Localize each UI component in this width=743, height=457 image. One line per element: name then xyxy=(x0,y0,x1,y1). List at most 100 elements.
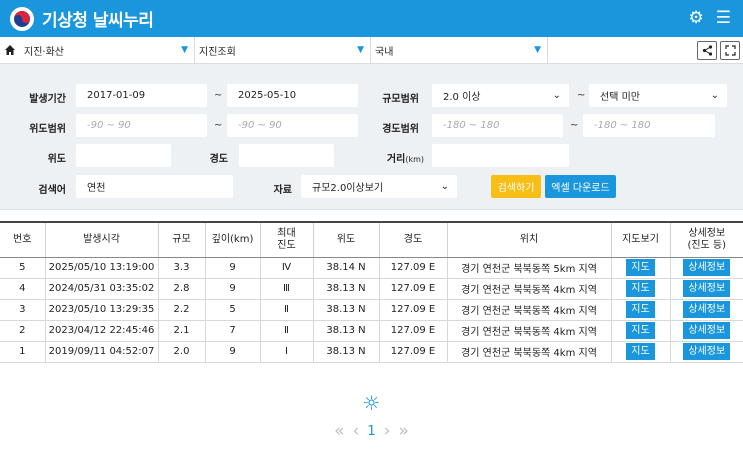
home-icon[interactable] xyxy=(0,44,20,56)
cell-map: 지도 xyxy=(611,257,671,279)
lat-from-input[interactable]: -90 ~ 90 xyxy=(76,114,207,137)
cell-detail: 상세정보 xyxy=(670,299,743,321)
cell-detail: 상세정보 xyxy=(670,257,743,279)
distance-label-text: 거리 xyxy=(386,154,406,165)
col-header: 최대 진도 xyxy=(260,221,314,258)
cell-time: 2023/04/12 22:45:46 xyxy=(45,320,159,342)
region-select-value: 국내 xyxy=(375,46,394,58)
category-select[interactable]: 지진·화산 ▼ xyxy=(20,37,195,63)
distance-unit: (km) xyxy=(405,155,424,164)
period-from-value: 2017-01-09 xyxy=(87,90,146,101)
cell-number: 2 xyxy=(0,320,46,342)
magnitude-from-value: 2.0 이상 xyxy=(443,92,481,103)
cell-lon: 127.09 E xyxy=(379,257,448,279)
search-panel: 발생기간 2017-01-09 ~ 2025-05-10 규모범위 2.0 이상… xyxy=(0,64,743,210)
cell-number: 5 xyxy=(0,257,46,279)
pagination: ☼ « ‹ 1 › » xyxy=(0,392,743,441)
lon-to-input[interactable]: -180 ~ 180 xyxy=(583,114,715,137)
lat-input[interactable] xyxy=(76,144,171,167)
cell-detail: 상세정보 xyxy=(670,320,743,342)
first-page-icon[interactable]: « xyxy=(334,421,344,441)
cell-lat: 38.13 N xyxy=(313,299,380,321)
data-label: 자료 xyxy=(273,185,292,196)
lon-input[interactable] xyxy=(239,144,334,167)
detail-button[interactable]: 상세정보 xyxy=(683,301,731,318)
data-select[interactable]: 규모2.0이상보기 ⌄ xyxy=(301,175,457,198)
magnitude-from-select[interactable]: 2.0 이상 ⌄ xyxy=(432,84,569,107)
detail-button[interactable]: 상세정보 xyxy=(683,322,731,339)
lon-range-label: 경도범위 xyxy=(382,124,419,135)
table-row: 3 2023/05/10 13:29:35 2.2 5 Ⅱ 38.13 N 12… xyxy=(0,299,743,321)
current-page[interactable]: 1 xyxy=(367,424,375,439)
share-button[interactable] xyxy=(697,41,717,60)
cell-lon: 127.09 E xyxy=(379,341,448,363)
col-header: 번호 xyxy=(0,221,46,258)
lon-label: 경도 xyxy=(209,154,228,165)
map-button[interactable]: 지도 xyxy=(626,301,655,318)
range-separator: ~ xyxy=(577,90,586,101)
government-logo[interactable] xyxy=(10,6,34,31)
cell-intensity: Ⅱ xyxy=(260,320,314,342)
excel-download-button[interactable]: 엑셀 다운로드 xyxy=(545,175,616,198)
cell-depth: 9 xyxy=(205,257,261,279)
period-to-value: 2025-05-10 xyxy=(238,90,297,101)
lat-from-placeholder: -90 ~ 90 xyxy=(87,120,131,131)
app-header: 기상청 날씨누리 ⚙ ☰ xyxy=(0,0,743,37)
prev-page-icon[interactable]: ‹ xyxy=(353,421,360,441)
breadcrumb-nav: 지진·화산 ▼ 지진조회 ▼ 국내 ▼ xyxy=(0,37,743,64)
map-button[interactable]: 지도 xyxy=(626,280,655,297)
range-separator: ~ xyxy=(214,120,223,131)
table-header-row: 번호 발생시각 규모 깊이(km) 최대 진도 위도 경도 위치 지도보기 상세… xyxy=(0,221,743,258)
cell-depth: 5 xyxy=(205,299,261,321)
magnitude-to-select[interactable]: 선택 미만 ⌄ xyxy=(589,84,727,107)
detail-button[interactable]: 상세정보 xyxy=(683,259,731,276)
cell-time: 2023/05/10 13:29:35 xyxy=(45,299,159,321)
table-row: 4 2024/05/31 03:35:02 2.8 9 Ⅲ 38.13 N 12… xyxy=(0,278,743,300)
col-header: 규모 xyxy=(158,221,206,258)
table-row: 5 2025/05/10 13:19:00 3.3 9 Ⅳ 38.14 N 12… xyxy=(0,257,743,279)
next-page-icon[interactable]: › xyxy=(384,421,391,441)
period-to-input[interactable]: 2025-05-10 xyxy=(227,84,358,107)
cell-location: 경기 연천군 북북동쪽 4km 지역 xyxy=(447,341,612,363)
app-title[interactable]: 기상청 날씨누리 xyxy=(42,6,154,31)
cell-location: 경기 연천군 북북동쪽 4km 지역 xyxy=(447,299,612,321)
lat-to-input[interactable]: -90 ~ 90 xyxy=(227,114,358,137)
cell-magnitude: 2.8 xyxy=(158,278,206,300)
range-separator: ~ xyxy=(214,90,223,101)
cell-location: 경기 연천군 북북동쪽 5km 지역 xyxy=(447,257,612,279)
cell-magnitude: 2.0 xyxy=(158,341,206,363)
last-page-icon[interactable]: » xyxy=(398,421,408,441)
map-button[interactable]: 지도 xyxy=(626,322,655,339)
distance-input[interactable] xyxy=(432,144,569,167)
subcategory-select[interactable]: 지진조회 ▼ xyxy=(195,37,371,63)
data-select-value: 규모2.0이상보기 xyxy=(312,183,384,194)
detail-button[interactable]: 상세정보 xyxy=(683,343,731,360)
lon-from-placeholder: -180 ~ 180 xyxy=(443,120,500,131)
region-select[interactable]: 국내 ▼ xyxy=(371,37,548,63)
cell-detail: 상세정보 xyxy=(670,341,743,363)
gear-icon[interactable]: ⚙ xyxy=(689,8,704,28)
distance-label: 거리(km) xyxy=(372,150,424,165)
map-button[interactable]: 지도 xyxy=(626,259,655,276)
cell-time: 2024/05/31 03:35:02 xyxy=(45,278,159,300)
period-label: 발생기간 xyxy=(29,94,66,105)
cell-lon: 127.09 E xyxy=(379,320,448,342)
map-button[interactable]: 지도 xyxy=(626,343,655,360)
chevron-down-icon: ⌄ xyxy=(440,181,449,192)
cell-intensity: Ⅰ xyxy=(260,341,314,363)
expand-button[interactable] xyxy=(720,41,740,60)
keyword-input[interactable]: 연천 xyxy=(76,175,233,198)
lon-from-input[interactable]: -180 ~ 180 xyxy=(432,114,563,137)
detail-button[interactable]: 상세정보 xyxy=(683,280,731,297)
col-header: 발생시각 xyxy=(45,221,159,258)
range-separator: ~ xyxy=(570,120,579,131)
cell-depth: 9 xyxy=(205,341,261,363)
magnitude-to-value: 선택 미만 xyxy=(600,92,640,103)
cell-lon: 127.09 E xyxy=(379,299,448,321)
search-button[interactable]: 검색하기 xyxy=(491,175,541,198)
cell-magnitude: 2.1 xyxy=(158,320,206,342)
hamburger-menu-icon[interactable]: ☰ xyxy=(716,8,731,28)
expand-icon xyxy=(724,45,736,56)
cell-intensity: Ⅲ xyxy=(260,278,314,300)
period-from-input[interactable]: 2017-01-09 xyxy=(76,84,207,107)
